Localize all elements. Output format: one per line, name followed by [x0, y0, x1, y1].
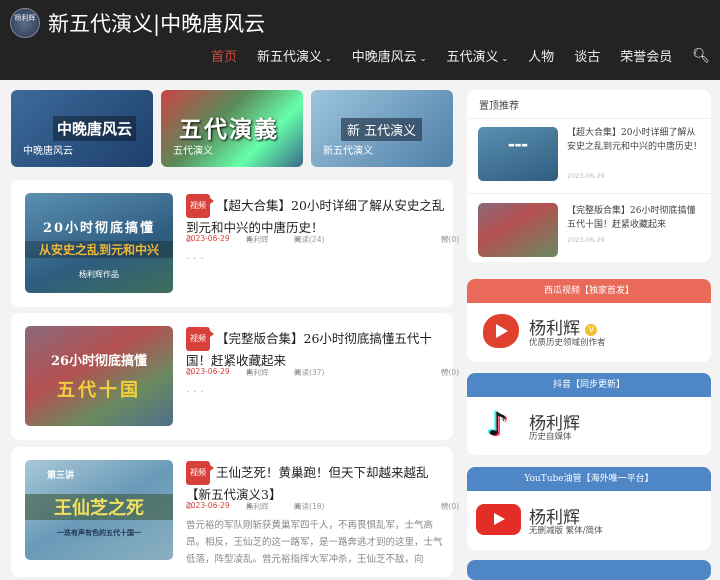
- douyin-widget[interactable]: 抖音【同步更新】 ♪ 杨利辉 历史自媒体: [467, 373, 711, 455]
- logo-avatar[interactable]: 杨利辉: [10, 8, 40, 38]
- nav-members[interactable]: 荣誉会员: [620, 46, 672, 65]
- video-badge: 视频: [186, 194, 214, 218]
- tiktok-logo-icon: ♪: [487, 405, 508, 443]
- more-dots: ···: [186, 254, 208, 265]
- post-thumbnail[interactable]: 第三讲 王仙芝之死 一迭有声有色的五代十国一: [25, 460, 173, 560]
- chevron-down-icon: ⌄: [325, 54, 332, 63]
- search-icon[interactable]: 🔍︎: [692, 48, 710, 64]
- post-card[interactable]: 26小时彻底搞懂 五代十国 视频 【完整版合集】26小时彻底搞懂五代十国！赶紧收藏…: [11, 313, 459, 440]
- banner-new-five-dynasties[interactable]: 新 五代演义 新五代演义: [311, 90, 453, 167]
- pinned-widget: 置顶推荐 ▬▬▬ 【超大合集】20小时详细了解从安史之乱到元和中兴的中唐历史！ …: [467, 90, 711, 262]
- nav-five-dynasties[interactable]: 五代演义 ⌄: [446, 46, 508, 65]
- youtube-widget[interactable]: YouTube油管【海外唯一平台】 杨利辉 无删减版 繁体/简体: [467, 467, 711, 550]
- post-thumbnail[interactable]: 26小时彻底搞懂 五代十国: [25, 326, 173, 426]
- video-badge: 视频: [186, 461, 214, 485]
- main-nav: 首页 新五代演义 ⌄ 中晚唐风云 ⌄ 五代演义 ⌄ 人物 谈古 荣誉会员 🔍︎: [191, 46, 710, 66]
- nav-people[interactable]: 人物: [528, 46, 554, 65]
- xigua-logo-icon: [483, 314, 519, 348]
- pinned-title[interactable]: 【超大合集】20小时详细了解从安史之乱到元和中兴的中唐历史！: [567, 126, 702, 154]
- video-badge: 视频: [186, 327, 214, 351]
- site-title[interactable]: 新五代演义|中晚唐风云: [48, 8, 265, 38]
- verified-icon: V: [585, 324, 598, 336]
- post-excerpt: 曾元裕的军队刚斩获黄巢军四千人，不再畏惧乱军，士气高昂。相反，王仙芝的这一路军，…: [186, 520, 443, 565]
- divider: [467, 118, 711, 119]
- pinned-thumbnail[interactable]: ▬▬▬: [478, 127, 558, 181]
- nav-new-five-dynasties[interactable]: 新五代演义 ⌄: [257, 46, 332, 65]
- post-thumbnail[interactable]: 20小时彻底搞懂 从安史之乱到元和中兴 杨利辉作品: [25, 193, 173, 293]
- site-header: 杨利辉 新五代演义|中晚唐风云 首页 新五代演义 ⌄ 中晚唐风云 ⌄ 五代演义 ⌄ 人…: [0, 0, 720, 80]
- chevron-down-icon: ⌄: [501, 54, 509, 63]
- post-card[interactable]: 第三讲 王仙芝之死 一迭有声有色的五代十国一 视频 王仙芝死！黄巢跑！但天下却越来…: [11, 447, 459, 577]
- post-title[interactable]: 【超大合集】20小时详细了解从安史之乱到元和中兴的中唐历史！: [186, 198, 444, 235]
- pinned-title[interactable]: 【完整版合集】26小时彻底搞懂五代十国！赶紧收藏起来: [567, 204, 702, 232]
- next-widget: [467, 560, 711, 580]
- banner-five-dynasties[interactable]: 五代演義 五代演义: [161, 90, 303, 167]
- pinned-thumbnail[interactable]: [478, 203, 558, 257]
- post-card[interactable]: 20小时彻底搞懂 从安史之乱到元和中兴 杨利辉作品 视频 【超大合集】20小时详细…: [11, 180, 459, 307]
- chevron-down-icon: ⌄: [419, 54, 427, 63]
- nav-mid-late-tang[interactable]: 中晚唐风云 ⌄: [352, 46, 427, 65]
- nav-talk[interactable]: 谈古: [574, 46, 600, 65]
- more-dots: ···: [186, 387, 208, 398]
- widget-title: 置顶推荐: [479, 101, 519, 112]
- divider: [467, 193, 711, 194]
- nav-home[interactable]: 首页: [211, 46, 237, 65]
- post-title[interactable]: 【完整版合集】26小时彻底搞懂五代十国！赶紧收藏起来: [186, 331, 432, 368]
- youtube-logo-icon: [476, 504, 521, 535]
- banner-mid-late-tang[interactable]: 中晚唐风云 中晚唐风云: [11, 90, 153, 167]
- post-title[interactable]: 王仙芝死！黄巢跑！但天下却越来越乱【新五代演义3】: [186, 465, 429, 502]
- xigua-widget[interactable]: 西瓜视频【独家首发】 杨利辉 V 优质历史领域创作者: [467, 279, 711, 362]
